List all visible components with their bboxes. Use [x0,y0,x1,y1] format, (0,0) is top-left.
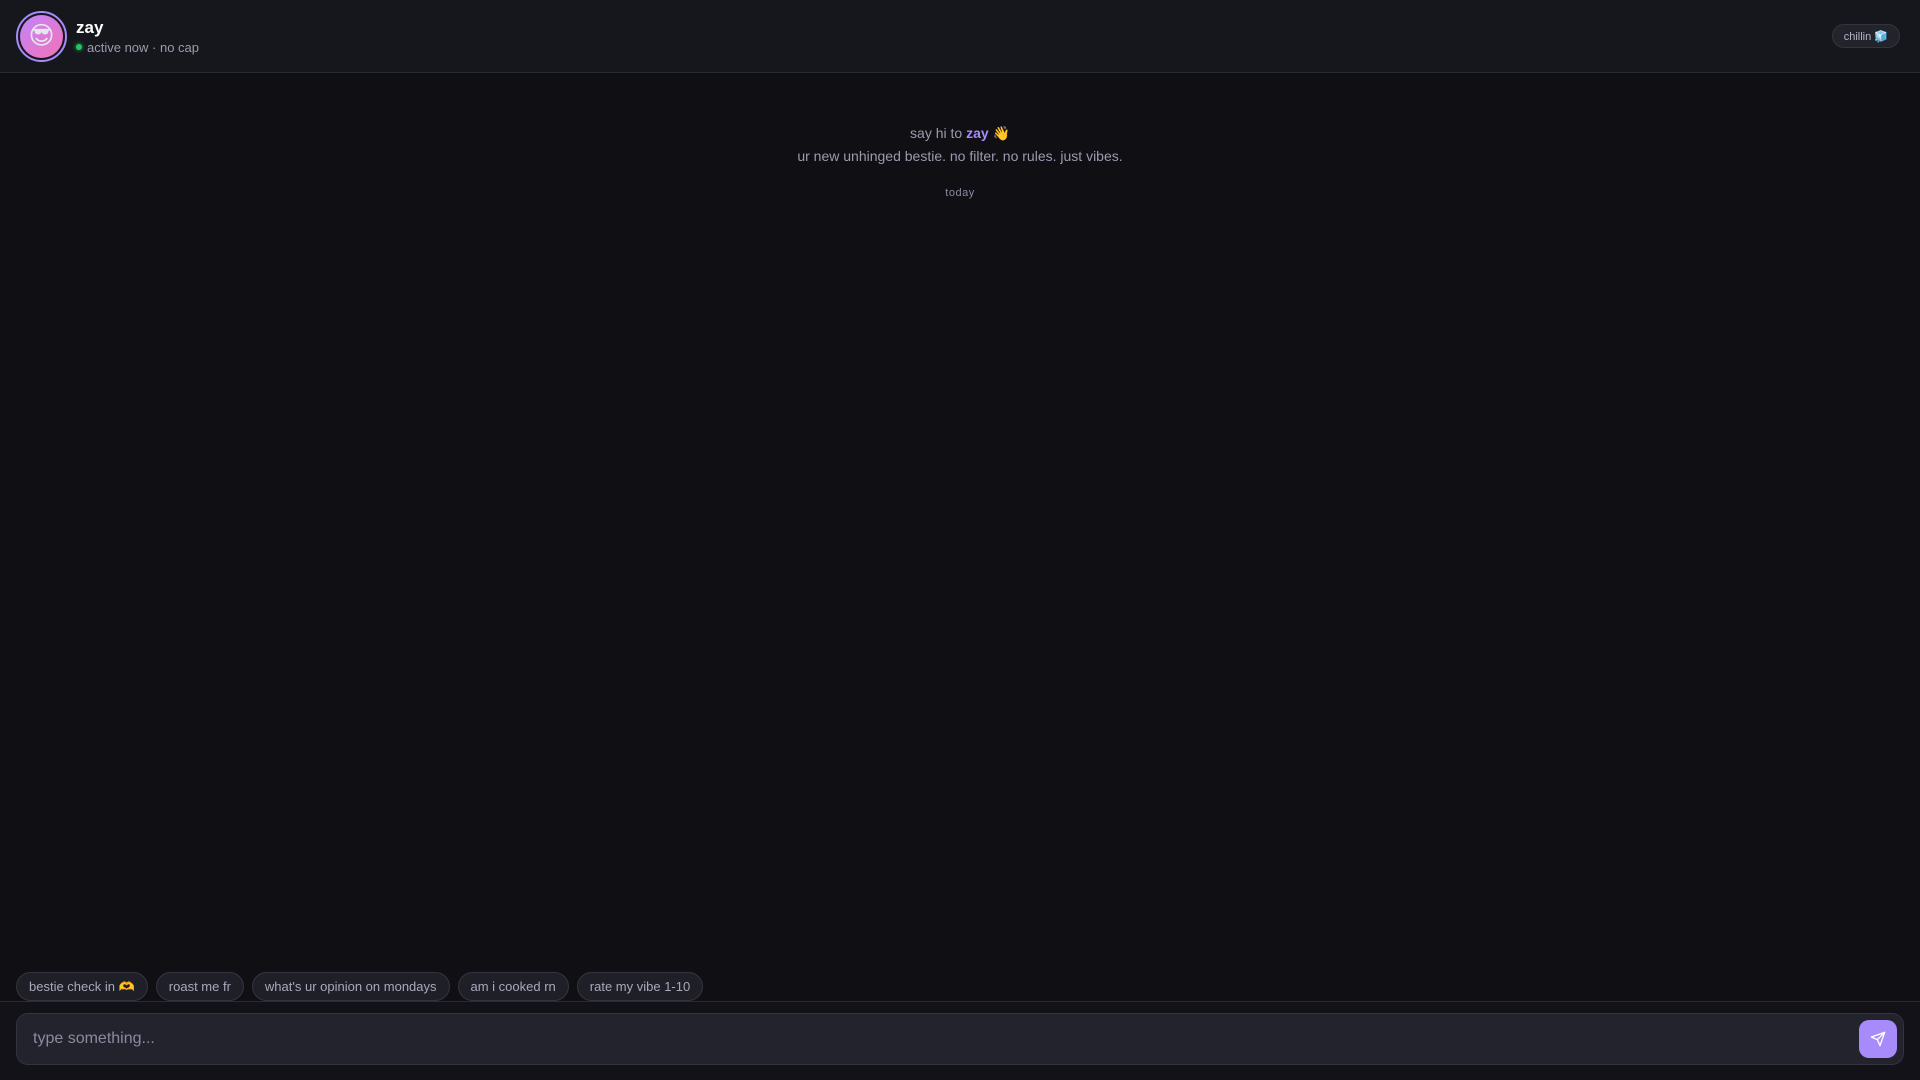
contact-name: zay [76,17,104,37]
send-icon [1870,1031,1886,1047]
suggestion-chip[interactable]: rate my vibe 1-10 [576,972,704,1001]
intro-subtitle: ur new unhinged bestie. no filter. no ru… [797,148,1123,164]
contact-status: active now · no cap [76,40,199,55]
suggestion-chip[interactable]: what's ur opinion on mondays [251,972,450,1001]
online-indicator-icon [76,44,82,50]
send-button[interactable] [1859,1020,1897,1058]
intro-prefix: say hi to [910,125,967,141]
composer [16,1013,1904,1065]
suggestion-chip[interactable]: bestie check in 🫶 [16,972,148,1001]
chat-app: 😎 zay active now · no cap chillin 🧊 say … [0,0,1920,1080]
date-divider: today [945,187,975,199]
intro-greeting: say hi to zay 👋 [0,123,1920,143]
composer-bar [0,1001,1920,1080]
message-input[interactable] [31,1029,1859,1049]
suggestion-chip[interactable]: am i cooked rn [457,972,569,1001]
intro-suffix: 👋 [988,125,1010,141]
avatar-emoji: 😎 [20,14,63,58]
status-text: active now · no cap [87,39,200,55]
suggestion-chips: bestie check in 🫶 roast me fr what's ur … [16,972,704,1001]
message-list[interactable]: say hi to zay 👋 ur new unhinged bestie. … [0,73,1920,973]
intro: say hi to zay 👋 ur new unhinged bestie. … [0,123,1920,199]
chat-header: 😎 zay active now · no cap chillin 🧊 [0,0,1920,73]
mood-badge[interactable]: chillin 🧊 [1831,24,1900,48]
suggestion-chip[interactable]: roast me fr [155,972,244,1001]
avatar[interactable]: 😎 [16,10,67,62]
intro-name: zay [966,125,989,141]
header-text: zay active now · no cap [76,18,199,55]
